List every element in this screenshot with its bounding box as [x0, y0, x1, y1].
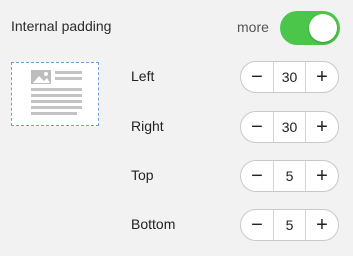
padding-top-label: Top	[131, 167, 154, 183]
padding-left-increment-button[interactable]: +	[306, 62, 338, 92]
padding-left-label: Left	[131, 68, 155, 84]
document-with-image-icon	[31, 70, 82, 115]
padding-bottom-decrement-button[interactable]: −	[241, 210, 273, 240]
padding-bottom-increment-button[interactable]: +	[306, 210, 338, 240]
padding-left-decrement-button[interactable]: −	[241, 62, 273, 92]
padding-top-value[interactable]: 5	[273, 161, 306, 191]
more-toggle[interactable]	[280, 11, 340, 45]
padding-top-increment-button[interactable]: +	[306, 161, 338, 191]
padding-right-decrement-button[interactable]: −	[241, 112, 273, 142]
padding-preview	[11, 62, 99, 126]
more-label: more	[237, 19, 269, 35]
padding-right-value[interactable]: 30	[273, 112, 306, 142]
toggle-knob	[309, 14, 337, 42]
padding-bottom-label: Bottom	[131, 216, 176, 232]
padding-left-stepper: − 30 +	[240, 61, 339, 93]
padding-bottom-value[interactable]: 5	[273, 210, 306, 240]
padding-right-label: Right	[131, 118, 164, 134]
padding-top-decrement-button[interactable]: −	[241, 161, 273, 191]
section-title: Internal padding	[11, 18, 112, 34]
padding-right-stepper: − 30 +	[240, 111, 339, 143]
padding-bottom-stepper: − 5 +	[240, 209, 339, 241]
padding-right-increment-button[interactable]: +	[306, 112, 338, 142]
padding-left-value[interactable]: 30	[273, 62, 306, 92]
padding-top-stepper: − 5 +	[240, 160, 339, 192]
